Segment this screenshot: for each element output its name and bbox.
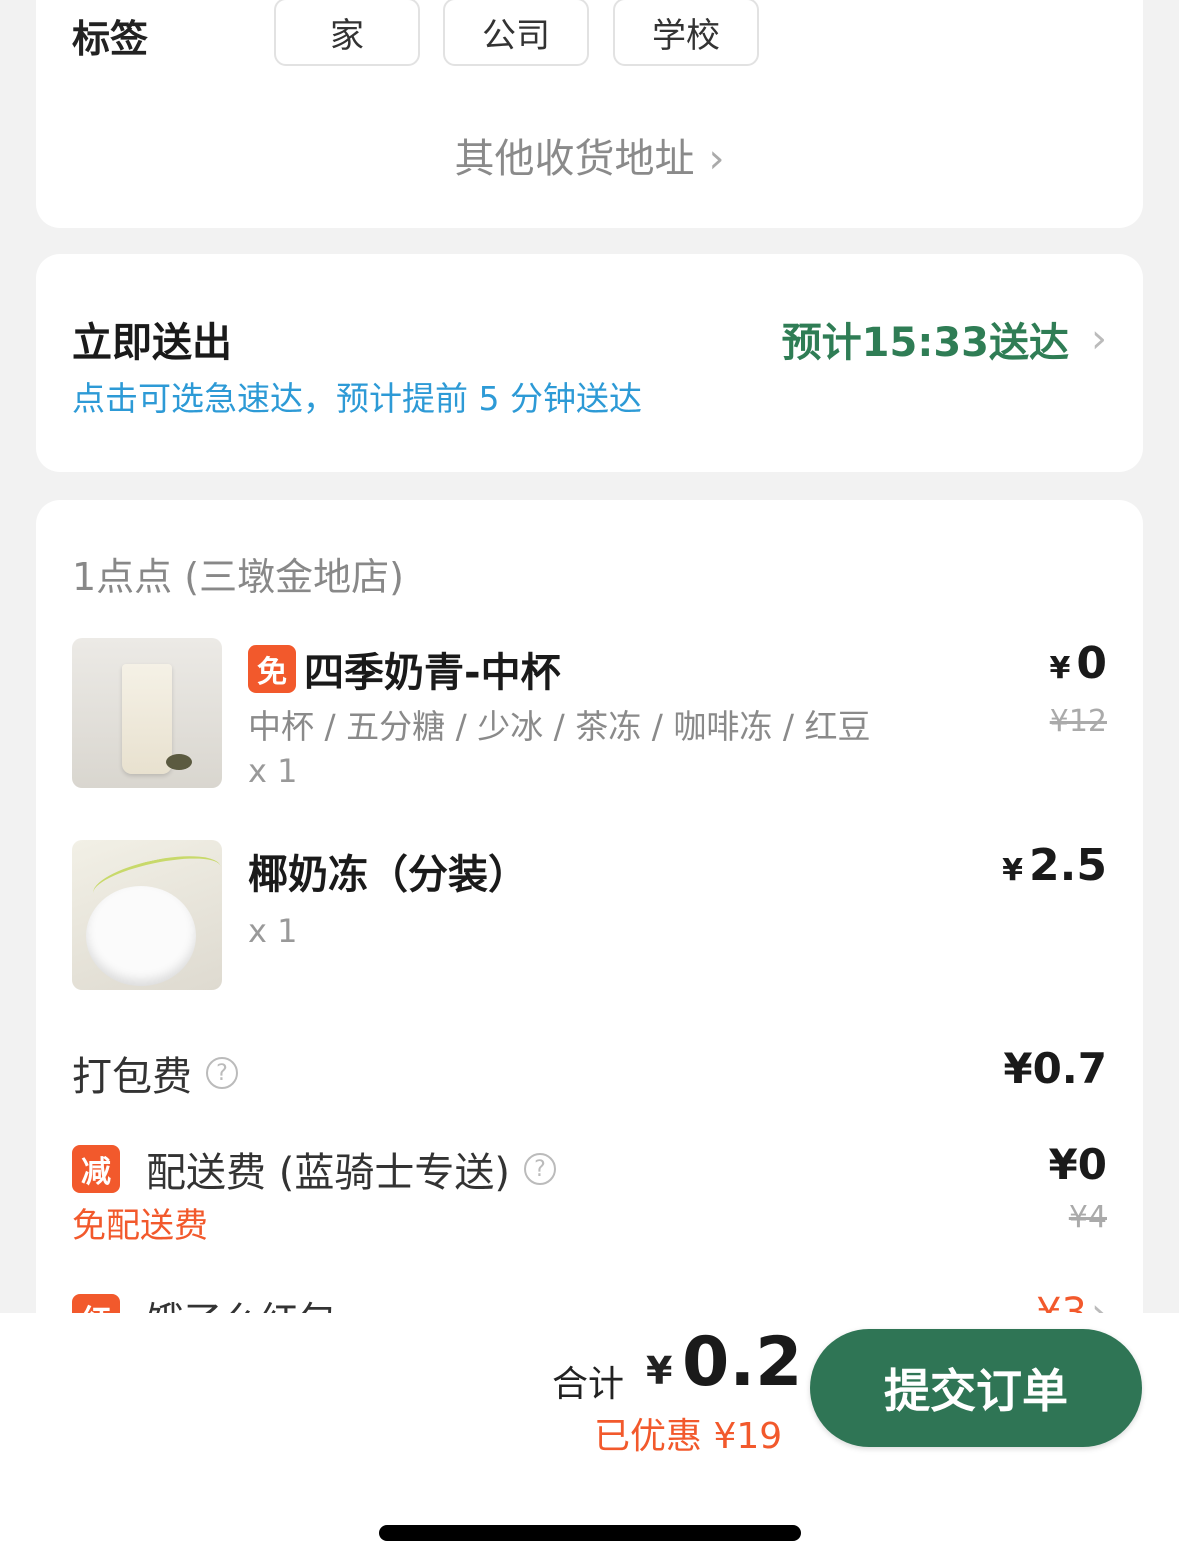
order-item: 椰奶冻（分装） x 1 ¥2.5 bbox=[72, 840, 1107, 1000]
item-title: 椰奶冻（分装） bbox=[248, 842, 528, 900]
tag-label: 标签 bbox=[72, 17, 149, 61]
total-label: 合计 bbox=[552, 1364, 625, 1405]
item-price-value: 0 bbox=[1076, 638, 1107, 689]
delivery-fee-label: 配送费 (蓝骑士专送) bbox=[146, 1150, 510, 1196]
order-item: 免 四季奶青-中杯 中杯 / 五分糖 / 少冰 / 茶冻 / 咖啡冻 / 红豆 … bbox=[72, 638, 1107, 798]
delivery-fee-row: 减 配送费 (蓝骑士专送) ? ¥0 免配送费 ¥4 bbox=[72, 1140, 1107, 1250]
item-name: 四季奶青-中杯 bbox=[304, 650, 561, 696]
coconut-jelly-image bbox=[72, 840, 222, 990]
discount-badge: 减 bbox=[72, 1145, 120, 1193]
free-badge: 免 bbox=[248, 645, 296, 693]
shop-name: 1点点 (三墩金地店) bbox=[72, 555, 404, 599]
delivery-eta[interactable]: 预计15:33送达 › bbox=[782, 310, 1107, 368]
item-spec: 中杯 / 五分糖 / 少冰 / 茶冻 / 咖啡冻 / 红豆 bbox=[248, 707, 871, 746]
delivery-title: 立即送出 bbox=[72, 320, 232, 366]
packing-fee-label: 打包费 bbox=[72, 1054, 192, 1100]
help-icon[interactable]: ? bbox=[206, 1057, 238, 1089]
yen-symbol: ¥ bbox=[646, 1349, 673, 1393]
total-discount: 已优惠 ¥19 bbox=[594, 1416, 783, 1457]
other-address-link[interactable]: 其他收货地址 › bbox=[36, 126, 1143, 184]
item-price: ¥0 bbox=[1050, 638, 1108, 689]
delivery-card[interactable]: 立即送出 点击可选急速达，预计提前 5 分钟送达 预计15:33送达 › bbox=[36, 254, 1143, 472]
other-address-label: 其他收货地址 bbox=[454, 136, 695, 182]
delivery-eta-text: 预计15:33送达 bbox=[781, 320, 1069, 366]
chevron-right-icon: › bbox=[1091, 316, 1107, 362]
submit-order-button[interactable]: 提交订单 bbox=[810, 1329, 1142, 1447]
item-price-value: 2.5 bbox=[1029, 840, 1107, 891]
item-title: 免 四季奶青-中杯 bbox=[248, 640, 561, 698]
tag-home-button[interactable]: 家 bbox=[274, 0, 420, 66]
help-icon[interactable]: ? bbox=[523, 1153, 556, 1185]
checkout-bar: 合计 ¥ 0.2 已优惠 ¥19 提交订单 bbox=[0, 1313, 1179, 1551]
item-original-price: ¥12 bbox=[1049, 704, 1107, 739]
item-qty: x 1 bbox=[248, 752, 298, 790]
milk-tea-image bbox=[72, 638, 222, 788]
express-delivery-hint[interactable]: 点击可选急速达，预计提前 5 分钟送达 bbox=[72, 372, 642, 420]
item-price: ¥2.5 bbox=[1002, 840, 1107, 891]
packing-fee-value: ¥0.7 bbox=[1003, 1044, 1107, 1093]
order-card: 1点点 (三墩金地店) 免 四季奶青-中杯 中杯 / 五分糖 / 少冰 / 茶冻… bbox=[36, 500, 1143, 1400]
chevron-right-icon: › bbox=[708, 136, 725, 182]
total-amount: 0.2 bbox=[682, 1323, 803, 1402]
home-indicator bbox=[379, 1525, 801, 1541]
item-name: 椰奶冻（分装） bbox=[248, 852, 528, 898]
address-card: 标签 家 公司 学校 其他收货地址 › bbox=[36, 0, 1143, 228]
delivery-fee-original: ¥4 bbox=[1068, 1200, 1107, 1235]
packing-fee-row: 打包费 ? ¥0.7 bbox=[72, 1044, 1107, 1104]
delivery-fee-value: ¥0 bbox=[1048, 1140, 1107, 1189]
item-qty: x 1 bbox=[248, 912, 298, 950]
yen-symbol: ¥ bbox=[1002, 853, 1024, 888]
tag-school-button[interactable]: 学校 bbox=[613, 0, 759, 66]
yen-symbol: ¥ bbox=[1049, 651, 1071, 686]
tag-company-button[interactable]: 公司 bbox=[443, 0, 589, 66]
free-delivery-text: 免配送费 bbox=[72, 1206, 208, 1246]
